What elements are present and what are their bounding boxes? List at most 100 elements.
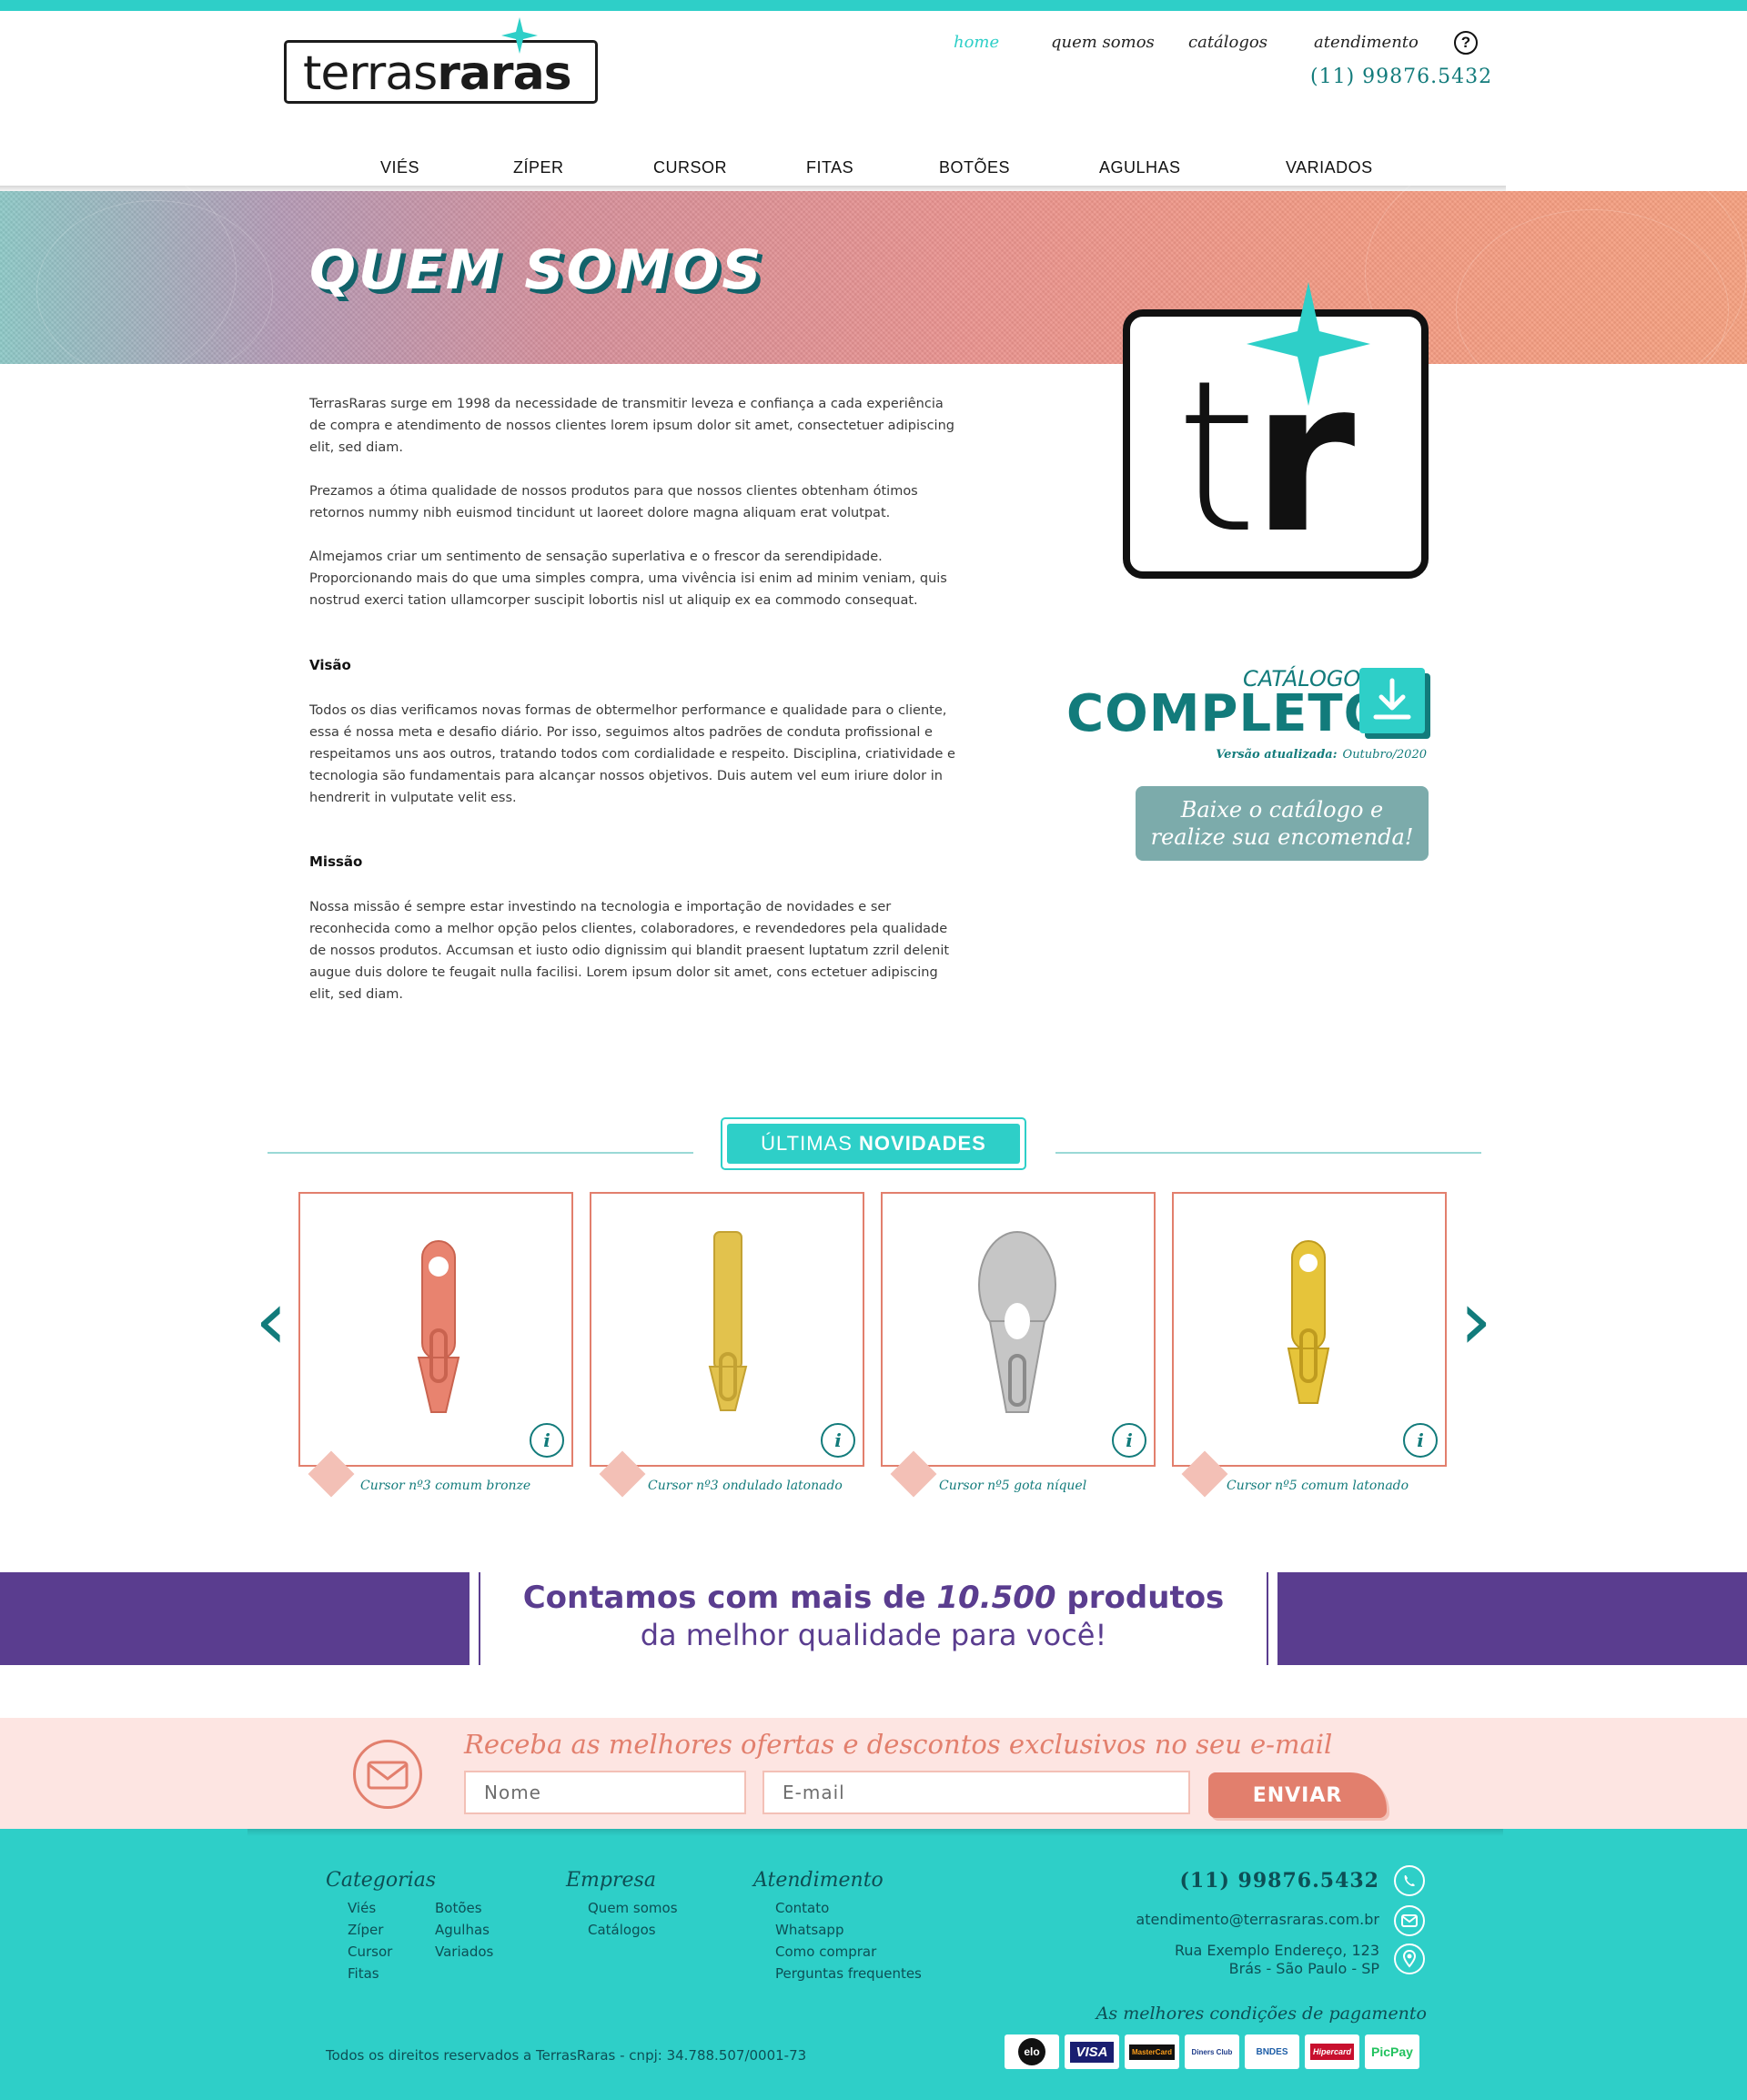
footer-link-faq[interactable]: Perguntas frequentes <box>775 1965 922 1982</box>
visao-heading: Visão <box>309 657 351 673</box>
product-image <box>417 1240 460 1413</box>
newsletter-title: Receba as melhores ofertas e descontos e… <box>464 1729 1333 1760</box>
sparkle-star-icon <box>501 17 538 54</box>
catalog-button-line2: realize sua encomenda! <box>1150 824 1414 850</box>
product-image <box>708 1231 748 1411</box>
hipercard-icon: Hipercard <box>1305 2034 1359 2069</box>
footer-link-agulhas[interactable]: Agulhas <box>435 1922 490 1938</box>
product-card[interactable]: i <box>298 1192 573 1467</box>
footer-shadow <box>247 1829 1503 1836</box>
product-card[interactable]: i <box>590 1192 864 1467</box>
nav-quem-somos[interactable]: quem somos <box>1051 33 1155 52</box>
nav-atendimento[interactable]: atendimento <box>1314 33 1419 52</box>
product-image <box>978 1231 1056 1413</box>
payment-title: As melhores condições de pagamento <box>1096 2004 1427 2024</box>
category-vies[interactable]: VIÉS <box>380 158 419 177</box>
category-botoes[interactable]: BOTÕES <box>939 158 1010 177</box>
emblem-letter-t: t <box>1176 337 1258 580</box>
chevron-left-icon[interactable]: ‹ <box>255 1280 288 1362</box>
footer-phone[interactable]: (11) 99876.5432 <box>1165 1869 1379 1893</box>
footer-link-variados[interactable]: Variados <box>435 1944 493 1960</box>
category-fitas[interactable]: FITAS <box>806 158 853 177</box>
footer-link-quem-somos[interactable]: Quem somos <box>588 1900 678 1916</box>
footer-link-ziper[interactable]: Zíper <box>348 1922 383 1938</box>
footer-atendimento-heading: Atendimento <box>753 1869 884 1892</box>
hero-banner <box>0 136 1747 409</box>
product-card[interactable]: i <box>881 1192 1156 1467</box>
info-icon[interactable]: i <box>1403 1423 1438 1458</box>
footer-link-fitas[interactable]: Fitas <box>348 1965 379 1982</box>
product-card[interactable]: i <box>1172 1192 1447 1467</box>
catalog-version-label: Versão atualizada: <box>1216 748 1338 762</box>
product-name[interactable]: Cursor nº5 gota níquel <box>939 1479 1194 1493</box>
catalog-version-value: Outubro/2020 <box>1342 748 1427 762</box>
info-icon[interactable]: i <box>530 1423 564 1458</box>
footer-link-contato[interactable]: Contato <box>775 1900 829 1916</box>
novidades-title-bold: NOVIDADES <box>859 1132 986 1155</box>
footer-email[interactable]: atendimento@terrasraras.com.br <box>1055 1911 1379 1928</box>
copyright: Todos os direitos reservados a TerrasRar… <box>326 2047 807 2064</box>
top-accent-bar <box>0 0 1747 11</box>
about-paragraph: TerrasRaras surge em 1998 da necessidade… <box>309 397 954 455</box>
nav-catalogos[interactable]: catálogos <box>1188 33 1267 52</box>
download-icon[interactable] <box>1359 668 1425 733</box>
logo-wordmark: terrasraras <box>303 46 572 101</box>
hero-texture <box>36 200 273 382</box>
about-paragraph: Almejamos criar um sentimento de sensaçã… <box>309 550 947 608</box>
location-pin-icon[interactable] <box>1394 1944 1425 1974</box>
info-icon[interactable]: i <box>821 1423 855 1458</box>
newsletter-email-input[interactable] <box>762 1771 1190 1814</box>
newsletter-submit-button[interactable]: ENVIAR <box>1208 1772 1387 1818</box>
category-variados[interactable]: VARIADOS <box>1286 158 1373 177</box>
site-logo[interactable]: terrasraras <box>284 17 598 104</box>
promo-subline: da melhor qualidade para você! <box>640 1618 1107 1652</box>
product-name[interactable]: Cursor nº3 comum bronze <box>360 1479 615 1493</box>
question-circle-icon[interactable]: ? <box>1454 31 1478 55</box>
newsletter-name-input[interactable] <box>464 1771 746 1814</box>
promo-text-post: produtos <box>1055 1580 1225 1616</box>
category-cursor[interactable]: CURSOR <box>653 158 727 177</box>
info-icon[interactable]: i <box>1112 1423 1146 1458</box>
section-divider <box>1055 1152 1481 1154</box>
product-name[interactable]: Cursor nº5 comum latonado <box>1227 1479 1481 1493</box>
footer-link-vies[interactable]: Viés <box>348 1900 376 1916</box>
hero-texture <box>1456 209 1729 409</box>
envelope-icon <box>353 1740 422 1809</box>
category-ziper[interactable]: ZÍPER <box>513 158 564 177</box>
footer-address-line2: Brás - São Paulo - SP <box>1228 1960 1379 1977</box>
header-phone[interactable]: (11) 99876.5432 <box>1310 66 1491 88</box>
footer-link-catalogos[interactable]: Catálogos <box>588 1922 656 1938</box>
footer-link-whatsapp[interactable]: Whatsapp <box>775 1922 843 1938</box>
page-title: QUEM SOMOS <box>309 238 764 302</box>
hipercard-label: Hipercard <box>1309 2044 1355 2060</box>
download-arrow-glyph <box>1373 678 1411 720</box>
footer-link-cursor[interactable]: Cursor <box>348 1944 392 1960</box>
whatsapp-icon[interactable] <box>1394 1865 1425 1896</box>
product-name[interactable]: Cursor nº3 ondulado latonado <box>648 1479 903 1493</box>
footer-address-line1: Rua Exemplo Endereço, 123 <box>1174 1942 1379 1959</box>
footer-link-como-comprar[interactable]: Como comprar <box>775 1944 876 1960</box>
category-agulhas[interactable]: AGULHAS <box>1099 158 1181 177</box>
promo-band-left <box>0 1572 470 1665</box>
email-icon[interactable] <box>1394 1905 1425 1936</box>
catalog-download-button[interactable]: Baixe o catálogo e realize sua encomenda… <box>1136 786 1429 861</box>
catalog-version: Versão atualizada: Outubro/2020 <box>1128 748 1427 762</box>
envelope-glyph <box>367 1761 409 1790</box>
footer-address: Rua Exemplo Endereço, 123 Brás - São Pau… <box>1055 1942 1379 1978</box>
mastercard-label: MasterCard <box>1128 2044 1175 2060</box>
email-glyph <box>1401 1914 1418 1927</box>
about-paragraph: Prezamos a ótima qualidade de nossos pro… <box>309 484 918 520</box>
whatsapp-glyph <box>1404 1875 1415 1887</box>
catalog-title: COMPLETO <box>1066 684 1389 743</box>
missao-paragraph: Nossa missão é sempre estar investindo n… <box>309 900 950 1002</box>
nav-home[interactable]: home <box>954 33 999 52</box>
chevron-right-icon[interactable]: › <box>1459 1280 1492 1362</box>
logo-text-light: terras <box>303 46 438 101</box>
diners-club-icon: Diners Club <box>1185 2034 1239 2069</box>
promo-band-right <box>1277 1572 1747 1665</box>
footer-categorias-heading: Categorias <box>326 1869 437 1892</box>
promo-text-pre: Contamos com mais de <box>522 1580 937 1616</box>
footer-link-botoes[interactable]: Botões <box>435 1900 482 1916</box>
bndes-icon: BNDES <box>1245 2034 1299 2069</box>
elo-label: elo <box>1018 2038 1045 2065</box>
